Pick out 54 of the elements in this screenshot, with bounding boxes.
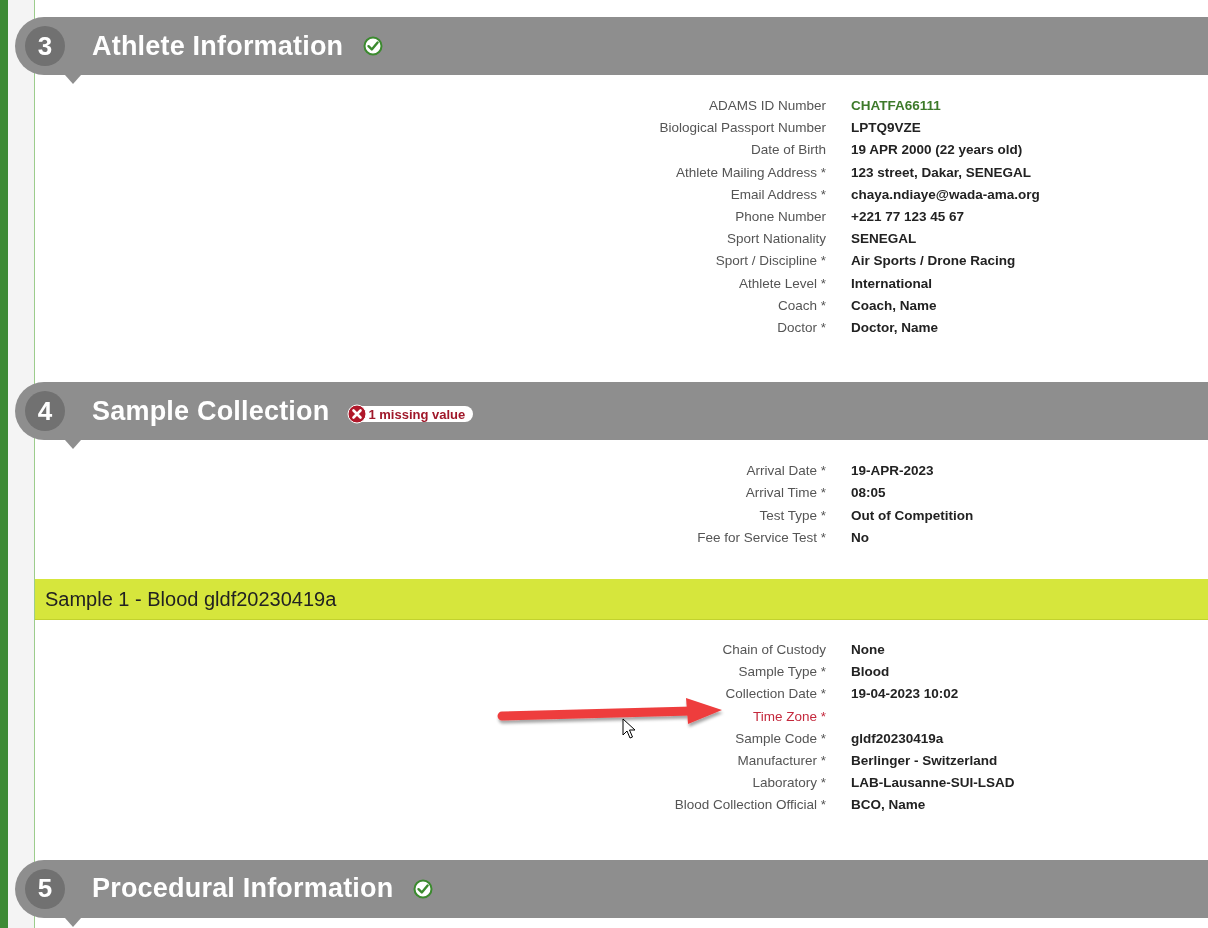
field-value: LPTQ9VZE <box>851 119 922 138</box>
field-value-link[interactable]: CHATFA66111 <box>851 95 1208 118</box>
field-label: Phone Number <box>735 208 826 226</box>
field-value: Berlinger - Switzerland <box>851 752 999 771</box>
field-value: gldf20230419a <box>851 729 945 748</box>
field-label: Sample Type * <box>738 663 826 682</box>
field-value: Coach, Name <box>851 296 938 315</box>
section-number: 5 <box>25 868 65 909</box>
field-value: Doctor, Name <box>851 319 940 338</box>
field-label: Email Address * <box>730 185 826 204</box>
field-value: chaya.ndiaye@wada-ama.org <box>851 185 1041 204</box>
section-number: 3 <box>25 26 65 66</box>
field-label: Coach * <box>777 296 826 315</box>
section-title: Sample Collection <box>92 395 330 427</box>
field-label: Sport / Discipline * <box>715 252 826 271</box>
field-label: Time Zone * <box>752 707 826 726</box>
section-title: Procedural Information <box>92 873 394 905</box>
field-label: Sample Code * <box>735 729 826 748</box>
field-value: Blood <box>851 663 891 682</box>
field-label: Chain of Custody <box>722 641 826 660</box>
field-value: +221 77 123 45 67 <box>851 208 965 226</box>
field-label: Athlete Level * <box>738 274 826 293</box>
field-label: Test Type * <box>759 506 826 525</box>
field-label: Athlete Mailing Address * <box>675 163 826 182</box>
field-label: Blood Collection Official * <box>674 796 826 815</box>
field-value: Air Sports / Drone Racing <box>851 252 1017 271</box>
field-value: 19-04-2023 10:02 <box>851 685 960 704</box>
field-label: Date of Birth <box>750 141 826 160</box>
sample-title: Sample 1 - Blood gldf20230419a <box>45 587 337 611</box>
field-value: Out of Competition <box>851 506 975 525</box>
badge-text: 1 missing value <box>368 406 466 422</box>
field-label: Sport Nationality <box>726 230 826 249</box>
field-value: International <box>851 274 933 293</box>
mouse-cursor-icon <box>622 718 636 740</box>
field-value: 123 street, Dakar, SENEGAL <box>851 163 1033 182</box>
section-title: Athlete Information <box>92 30 344 62</box>
field-label: Arrival Date * <box>746 462 826 481</box>
field-label: ADAMS ID Number <box>708 97 826 115</box>
field-label: Fee for Service Test * <box>697 528 826 547</box>
field-value: 19-APR-2023 <box>851 462 935 481</box>
field-value: 08:05 <box>851 484 887 503</box>
section-number: 4 <box>25 391 65 432</box>
field-label: Arrival Time * <box>745 484 826 503</box>
field-label: Manufacturer * <box>737 752 826 771</box>
field-value: 19 APR 2000 (22 years old) <box>851 141 1024 160</box>
field-label: Collection Date * <box>725 685 826 704</box>
field-label: Doctor * <box>777 319 826 338</box>
field-value: No <box>851 528 870 547</box>
field-label: Biological Passport Number <box>659 119 826 138</box>
field-value: None <box>851 641 886 660</box>
field-value: SENEGAL <box>851 230 918 249</box>
field-value: LAB-Lausanne-SUI-LSAD <box>851 774 1016 793</box>
field-value: BCO, Name <box>851 796 927 815</box>
field-label: Laboratory * <box>752 774 826 793</box>
